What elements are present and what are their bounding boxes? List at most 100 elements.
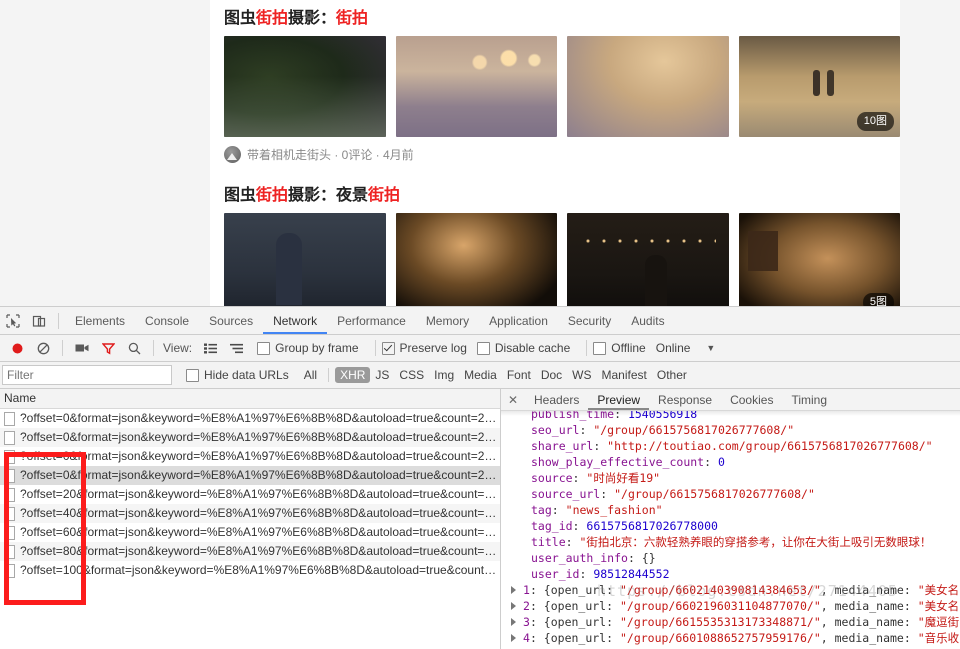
- request-name: ?offset=40&format=json&keyword=%E8%A1%97…: [20, 506, 497, 520]
- group-by-frame-checkbox[interactable]: Group by frame: [257, 341, 359, 355]
- avatar: [224, 146, 241, 163]
- filter-type-media[interactable]: Media: [459, 368, 502, 382]
- tab-response[interactable]: Response: [649, 390, 721, 410]
- json-line[interactable]: tag: "news_fashion": [507, 502, 960, 518]
- table-row[interactable]: ?offset=60&format=json&keyword=%E8%A1%97…: [0, 523, 500, 542]
- chevron-right-icon[interactable]: [511, 586, 516, 594]
- search-result-item[interactable]: 图虫街拍摄影：街拍 10图 带着相机走街头 · 0评论 · 4月前: [210, 0, 900, 163]
- filter-icon[interactable]: [95, 335, 121, 361]
- filter-type-all[interactable]: All: [299, 368, 322, 382]
- filter-type-css[interactable]: CSS: [394, 368, 429, 382]
- table-row[interactable]: ?offset=0&format=json&keyword=%E8%A1%97%…: [0, 428, 500, 447]
- json-colon: :: [593, 439, 608, 453]
- tab-preview[interactable]: Preview: [588, 390, 649, 410]
- result-title[interactable]: 图虫街拍摄影：街拍: [224, 4, 900, 28]
- document-icon: [4, 430, 15, 445]
- preserve-log-label: Preserve log: [399, 341, 467, 355]
- filter-type-xhr[interactable]: XHR: [335, 367, 371, 383]
- table-row[interactable]: ?offset=100&format=json&keyword=%E8%A1%9…: [0, 561, 500, 580]
- table-row[interactable]: ?offset=0&format=json&keyword=%E8%A1%97%…: [0, 409, 500, 428]
- result-thumbnail[interactable]: [395, 36, 557, 137]
- json-line[interactable]: title: "街拍北京：六款轻熟养眼的穿搭参考，让你在大街上吸引无数眼球！: [507, 534, 960, 550]
- checkbox-box: [257, 341, 271, 355]
- preserve-log-checkbox[interactable]: Preserve log: [381, 341, 467, 355]
- table-row[interactable]: ?offset=0&format=json&keyword=%E8%A1%97%…: [0, 447, 500, 466]
- hide-data-urls-checkbox[interactable]: Hide data URLs: [186, 368, 289, 382]
- json-array-row[interactable]: 1: {open_url: "/group/660214039081438465…: [507, 582, 960, 598]
- chevron-right-icon[interactable]: [511, 602, 516, 610]
- json-line[interactable]: share_url: "http://toutiao.com/group/661…: [507, 438, 960, 454]
- tab-network[interactable]: Network: [263, 308, 327, 334]
- checkbox-box: [593, 341, 607, 355]
- json-line[interactable]: user_auth_info: {}: [507, 550, 960, 566]
- json-line[interactable]: show_play_effective_count: 0: [507, 454, 960, 470]
- tab-timing[interactable]: Timing: [782, 390, 836, 410]
- table-row[interactable]: ?offset=80&format=json&keyword=%E8%A1%97…: [0, 542, 500, 561]
- table-row[interactable]: ?offset=40&format=json&keyword=%E8%A1%97…: [0, 504, 500, 523]
- result-thumbnail[interactable]: [224, 213, 386, 306]
- result-thumbnail[interactable]: [395, 213, 557, 306]
- array-prefix: {open_url:: [543, 615, 620, 629]
- filter-input[interactable]: [2, 365, 172, 385]
- json-line[interactable]: tag_id: 6615756817026778000: [507, 518, 960, 534]
- chevron-right-icon[interactable]: [511, 634, 516, 642]
- capture-screenshots-icon[interactable]: [69, 335, 95, 361]
- search-result-item[interactable]: 图虫街拍摄影：夜景街拍 5图: [210, 163, 900, 306]
- json-line[interactable]: source: "时尚好看19": [507, 470, 960, 486]
- offline-checkbox[interactable]: Offline: [593, 341, 646, 355]
- column-header-name[interactable]: Name: [0, 389, 500, 409]
- title-part: 图虫: [224, 10, 257, 27]
- json-array-row[interactable]: 3: {open_url: "/group/661553531317334887…: [507, 614, 960, 630]
- toggle-device-toolbar-icon[interactable]: [26, 308, 52, 334]
- close-icon[interactable]: ✕: [501, 393, 525, 407]
- filter-type-ws[interactable]: WS: [567, 368, 596, 382]
- list-view-icon[interactable]: [197, 335, 223, 361]
- result-thumbnail[interactable]: [567, 36, 729, 137]
- request-name: ?offset=0&format=json&keyword=%E8%A1%97%…: [20, 449, 497, 463]
- result-meta-text: 带着相机走街头 · 0评论 · 4月前: [247, 148, 414, 162]
- tab-memory[interactable]: Memory: [416, 308, 479, 334]
- chevron-right-icon[interactable]: [511, 618, 516, 626]
- json-line[interactable]: user_id: 98512844552: [507, 566, 960, 582]
- result-thumbnail[interactable]: [224, 36, 386, 137]
- tab-security[interactable]: Security: [558, 308, 621, 334]
- tab-performance[interactable]: Performance: [327, 308, 416, 334]
- filter-type-manifest[interactable]: Manifest: [597, 368, 652, 382]
- result-title[interactable]: 图虫街拍摄影：夜景街拍: [224, 181, 900, 205]
- json-line[interactable]: source_url: "/group/6615756817026777608/…: [507, 486, 960, 502]
- filter-type-js[interactable]: JS: [370, 368, 394, 382]
- json-array-row[interactable]: 4: {open_url: "/group/660108865275795917…: [507, 630, 960, 646]
- result-thumbnail[interactable]: [567, 213, 729, 306]
- array-prefix: {open_url:: [543, 599, 620, 613]
- table-row[interactable]: ?offset=20&format=json&keyword=%E8%A1%97…: [0, 485, 500, 504]
- tab-headers[interactable]: Headers: [525, 390, 588, 410]
- tab-cookies[interactable]: Cookies: [721, 390, 782, 410]
- json-array-row[interactable]: 2: {open_url: "/group/660219603110487707…: [507, 598, 960, 614]
- table-row[interactable]: ?offset=0&format=json&keyword=%E8%A1%97%…: [0, 466, 500, 485]
- tab-application[interactable]: Application: [479, 308, 558, 334]
- tab-sources[interactable]: Sources: [199, 308, 263, 334]
- json-value: "news_fashion": [565, 503, 663, 517]
- filter-type-font[interactable]: Font: [502, 368, 536, 382]
- disable-cache-checkbox[interactable]: Disable cache: [476, 341, 570, 355]
- throttling-value[interactable]: Online: [656, 341, 691, 355]
- offline-label: Offline: [611, 341, 646, 355]
- search-icon[interactable]: [121, 335, 147, 361]
- tab-console[interactable]: Console: [135, 308, 199, 334]
- json-line[interactable]: seo_url: "/group/6615756817026777608/": [507, 422, 960, 438]
- clear-button[interactable]: [30, 335, 56, 361]
- tab-elements[interactable]: Elements: [65, 308, 135, 334]
- record-button[interactable]: [4, 335, 30, 361]
- json-preview[interactable]: publish_time: 1540556918 seo_url: "/grou…: [501, 411, 960, 649]
- tab-audits[interactable]: Audits: [621, 308, 674, 334]
- filter-type-other[interactable]: Other: [652, 368, 692, 382]
- waterfall-view-icon[interactable]: [223, 335, 249, 361]
- divider: [62, 340, 63, 356]
- filter-type-doc[interactable]: Doc: [536, 368, 567, 382]
- chevron-down-icon[interactable]: ▼: [706, 343, 715, 353]
- result-thumbnail[interactable]: 10图: [738, 36, 900, 137]
- inspect-element-icon[interactable]: [0, 308, 26, 334]
- json-line[interactable]: publish_time: 1540556918: [507, 411, 960, 422]
- result-thumbnail[interactable]: 5图: [738, 213, 900, 306]
- filter-type-img[interactable]: Img: [429, 368, 459, 382]
